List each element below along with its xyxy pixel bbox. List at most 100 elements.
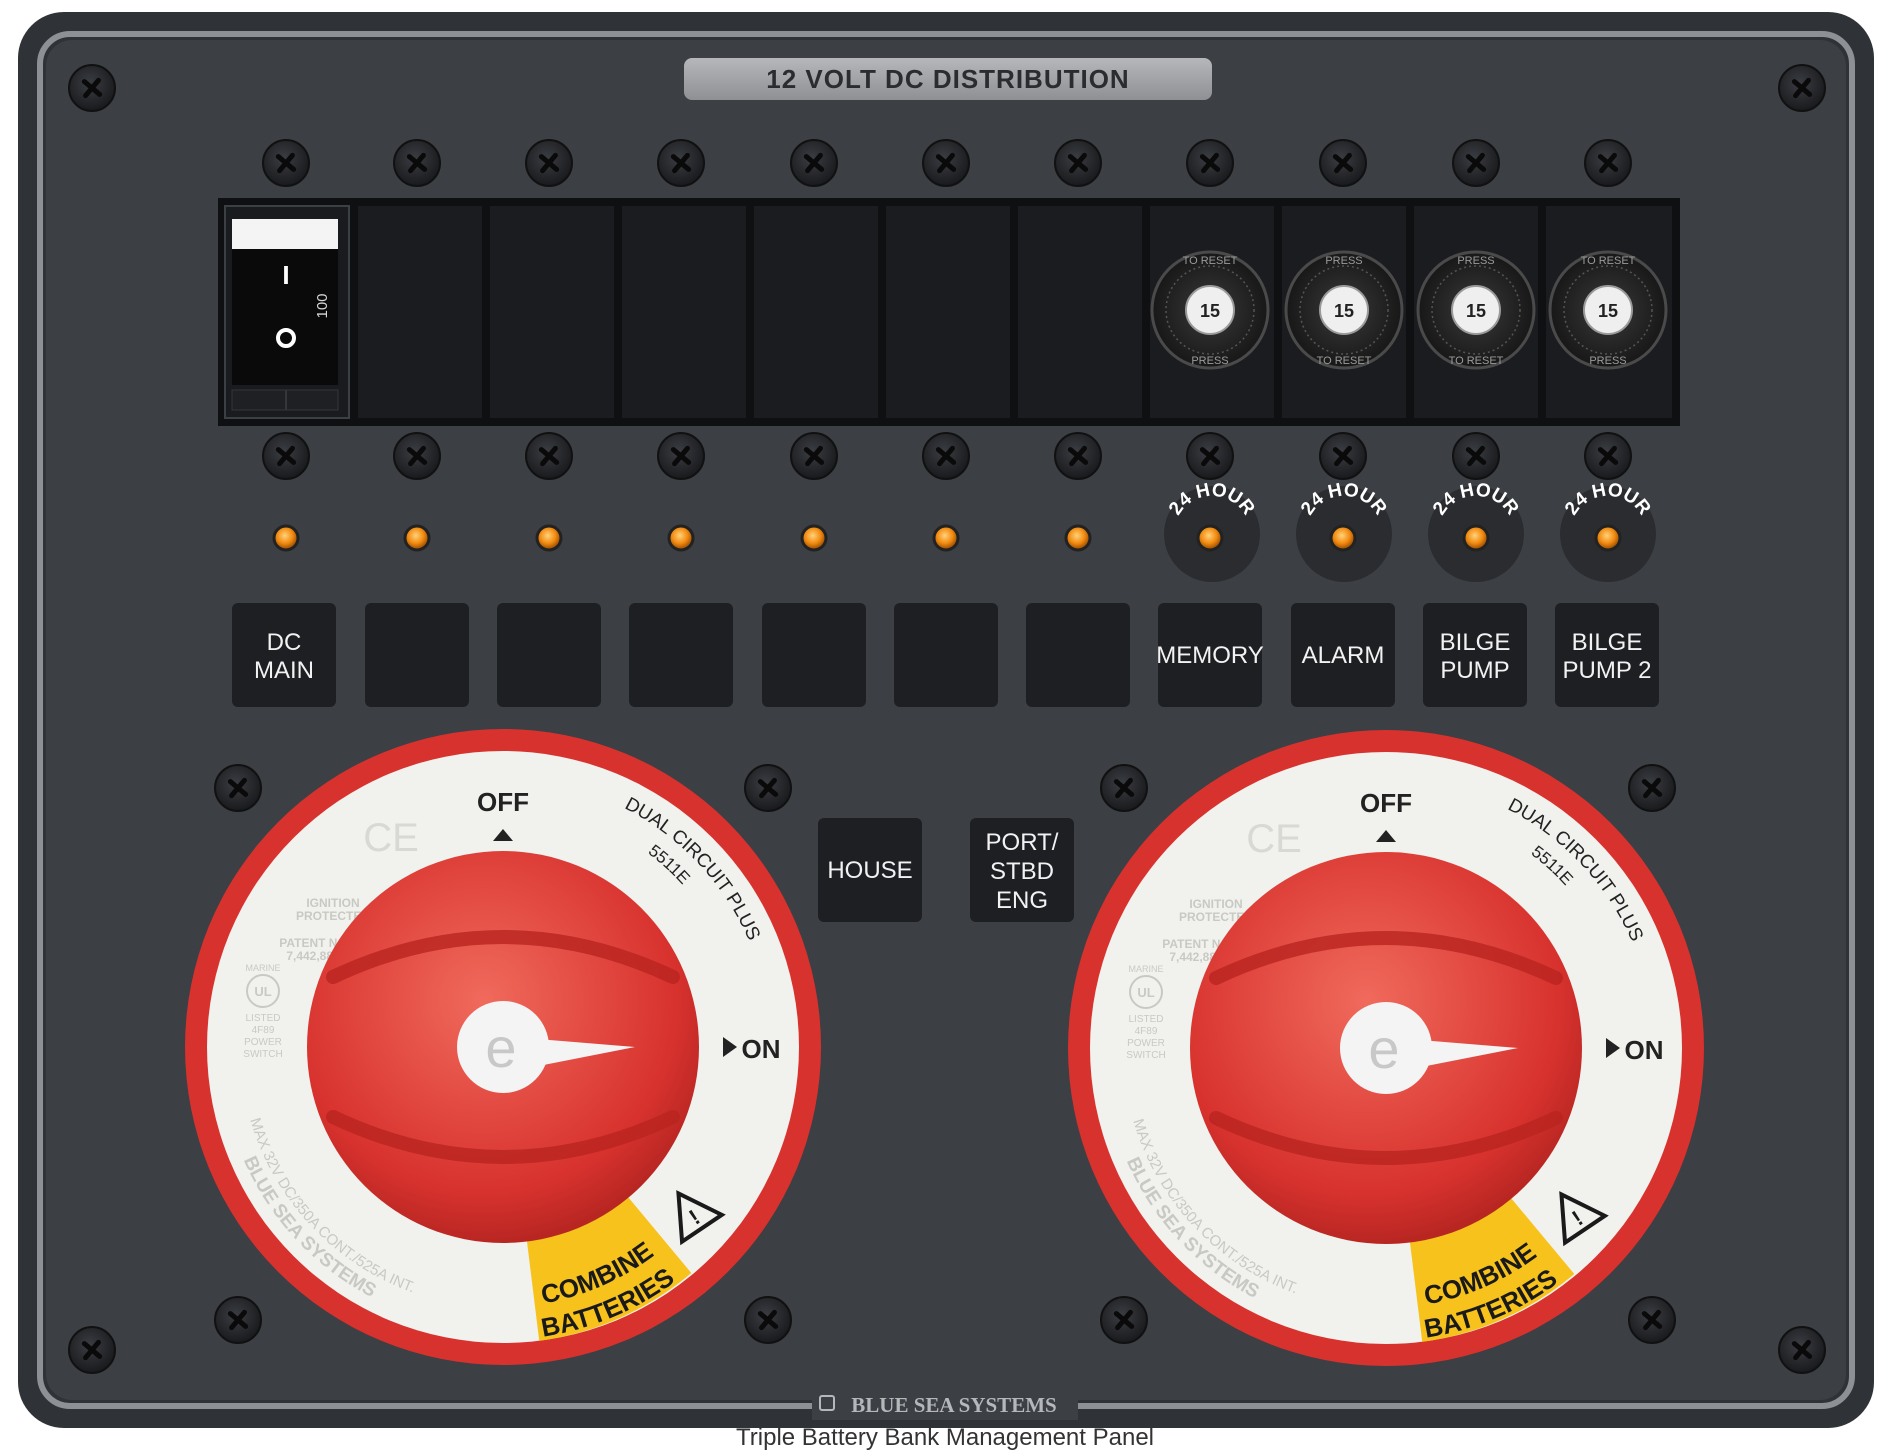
battery-label-line: PORT/ [986, 829, 1059, 856]
indicator-led-icon [1196, 524, 1224, 552]
ul-text: UL [254, 984, 271, 999]
blank-slot [622, 206, 746, 418]
ul-text: 4F89 [252, 1025, 275, 1036]
phillips-screw-icon [922, 139, 970, 187]
phillips-screw-icon [1584, 139, 1632, 187]
phillips-screw-icon [790, 139, 838, 187]
fuse-ring-text: TO RESET [1317, 355, 1372, 367]
ul-text: SWITCH [243, 1049, 282, 1060]
panel-caption: Triple Battery Bank Management Panel [736, 1424, 1154, 1451]
ignition-text: IGNITION [1189, 897, 1242, 911]
indicator-led-icon [800, 524, 828, 552]
phillips-screw-icon [525, 432, 573, 480]
circuit-label: BILGE PUMP 2 [1555, 603, 1659, 707]
ul-text: MARINE [245, 963, 280, 973]
circuit-label-line: MEMORY [1156, 642, 1264, 669]
phillips-screw-icon [68, 64, 116, 112]
battery-label-line: ENG [996, 887, 1048, 914]
circuit-label [894, 603, 998, 707]
battery-switch-2[interactable]: ! OFF ON CE IGNITION PROTECTED PATENT NO… [1068, 730, 1704, 1366]
fuse-ring-text: TO RESET [1183, 255, 1238, 267]
phillips-screw-icon [525, 139, 573, 187]
fuse-holder[interactable]: TO RESET PRESS 15 [1150, 206, 1274, 418]
fuse-holder[interactable]: PRESS TO RESET 15 [1414, 206, 1538, 418]
breaker-on-mark: I [282, 260, 289, 290]
main-breaker[interactable]: I 100 [224, 205, 350, 419]
fuse-holder[interactable]: PRESS TO RESET 15 [1282, 206, 1406, 418]
switch-knob[interactable]: e [307, 851, 699, 1243]
indicator-led-icon [403, 524, 431, 552]
circuit-label [762, 603, 866, 707]
phillips-screw-icon [1584, 432, 1632, 480]
battery-label-port-stbd: PORT/ STBD ENG [970, 818, 1074, 922]
battery-switch-1[interactable]: ! OFF ON CE IGNITION PROTECTED PATENT NO… [185, 729, 821, 1365]
phillips-screw-icon [1628, 764, 1676, 812]
phillips-screw-icon [262, 139, 310, 187]
phillips-screw-icon [68, 1326, 116, 1374]
fuse-ring-text: PRESS [1325, 255, 1362, 267]
switch-on-label: ON [742, 1034, 781, 1064]
phillips-screw-icon [1452, 139, 1500, 187]
indicator-led-icon [1064, 524, 1092, 552]
circuit-label-line: MAIN [254, 657, 314, 684]
phillips-screw-icon [1319, 139, 1367, 187]
ul-text: MARINE [1128, 964, 1163, 974]
battery-label-line: HOUSE [827, 857, 912, 884]
ul-text: LISTED [1128, 1014, 1163, 1025]
ul-text: 4F89 [1135, 1026, 1158, 1037]
phillips-screw-icon [922, 432, 970, 480]
switch-knob[interactable]: e [1190, 852, 1582, 1244]
phillips-screw-icon [657, 432, 705, 480]
ignition-text: IGNITION [306, 896, 359, 910]
circuit-label: BILGE PUMP [1423, 603, 1527, 707]
phillips-screw-icon [1452, 432, 1500, 480]
ul-text: POWER [244, 1037, 282, 1048]
phillips-screw-icon [1319, 432, 1367, 480]
fuse-holder[interactable]: TO RESET PRESS 15 [1546, 206, 1672, 418]
blank-slot [1018, 206, 1142, 418]
circuit-label-line: BILGE [1572, 629, 1643, 656]
phillips-screw-icon [1186, 432, 1234, 480]
phillips-screw-icon [744, 764, 792, 812]
circuit-label [497, 603, 601, 707]
circuit-label: ALARM [1291, 603, 1395, 707]
knob-logo: e [485, 1016, 516, 1079]
ul-text: SWITCH [1126, 1050, 1165, 1061]
circuit-label-line: DC [267, 629, 302, 656]
indicator-led-icon [1462, 524, 1490, 552]
ul-text: UL [1137, 985, 1154, 1000]
phillips-screw-icon [790, 432, 838, 480]
battery-label-house: HOUSE [818, 818, 922, 922]
phillips-screw-icon [657, 139, 705, 187]
panel-title: 12 VOLT DC DISTRIBUTION [766, 64, 1129, 94]
indicator-led-icon [272, 524, 300, 552]
indicator-led-icon [535, 524, 563, 552]
brand-name: BLUE SEA SYSTEMS [851, 1393, 1056, 1417]
phillips-screw-icon [1778, 1326, 1826, 1374]
phillips-screw-icon [393, 139, 441, 187]
phillips-screw-icon [1778, 64, 1826, 112]
fuse-rating: 15 [1200, 301, 1220, 321]
fuse-ring-text: PRESS [1457, 255, 1494, 267]
circuit-label [629, 603, 733, 707]
battery-label-line: STBD [990, 858, 1054, 885]
indicator-led-icon [667, 524, 695, 552]
fuse-ring-text: TO RESET [1449, 355, 1504, 367]
phillips-screw-icon [1628, 1296, 1676, 1344]
switch-off-label: OFF [477, 787, 529, 817]
ce-mark: CE [363, 816, 419, 860]
knob-logo: e [1368, 1017, 1399, 1080]
switch-off-label: OFF [1360, 788, 1412, 818]
phillips-screw-icon [1054, 432, 1102, 480]
circuit-label-line: ALARM [1302, 642, 1385, 669]
ce-mark: CE [1246, 817, 1302, 861]
indicator-led-icon [1329, 524, 1357, 552]
fuse-ring-text: PRESS [1589, 355, 1626, 367]
fuse-rating: 15 [1466, 301, 1486, 321]
fuse-rating: 15 [1334, 301, 1354, 321]
phillips-screw-icon [214, 764, 262, 812]
phillips-screw-icon [1100, 764, 1148, 812]
indicator-led-icon [1594, 524, 1622, 552]
circuit-label-line: PUMP [1440, 657, 1509, 684]
blank-slot [490, 206, 614, 418]
